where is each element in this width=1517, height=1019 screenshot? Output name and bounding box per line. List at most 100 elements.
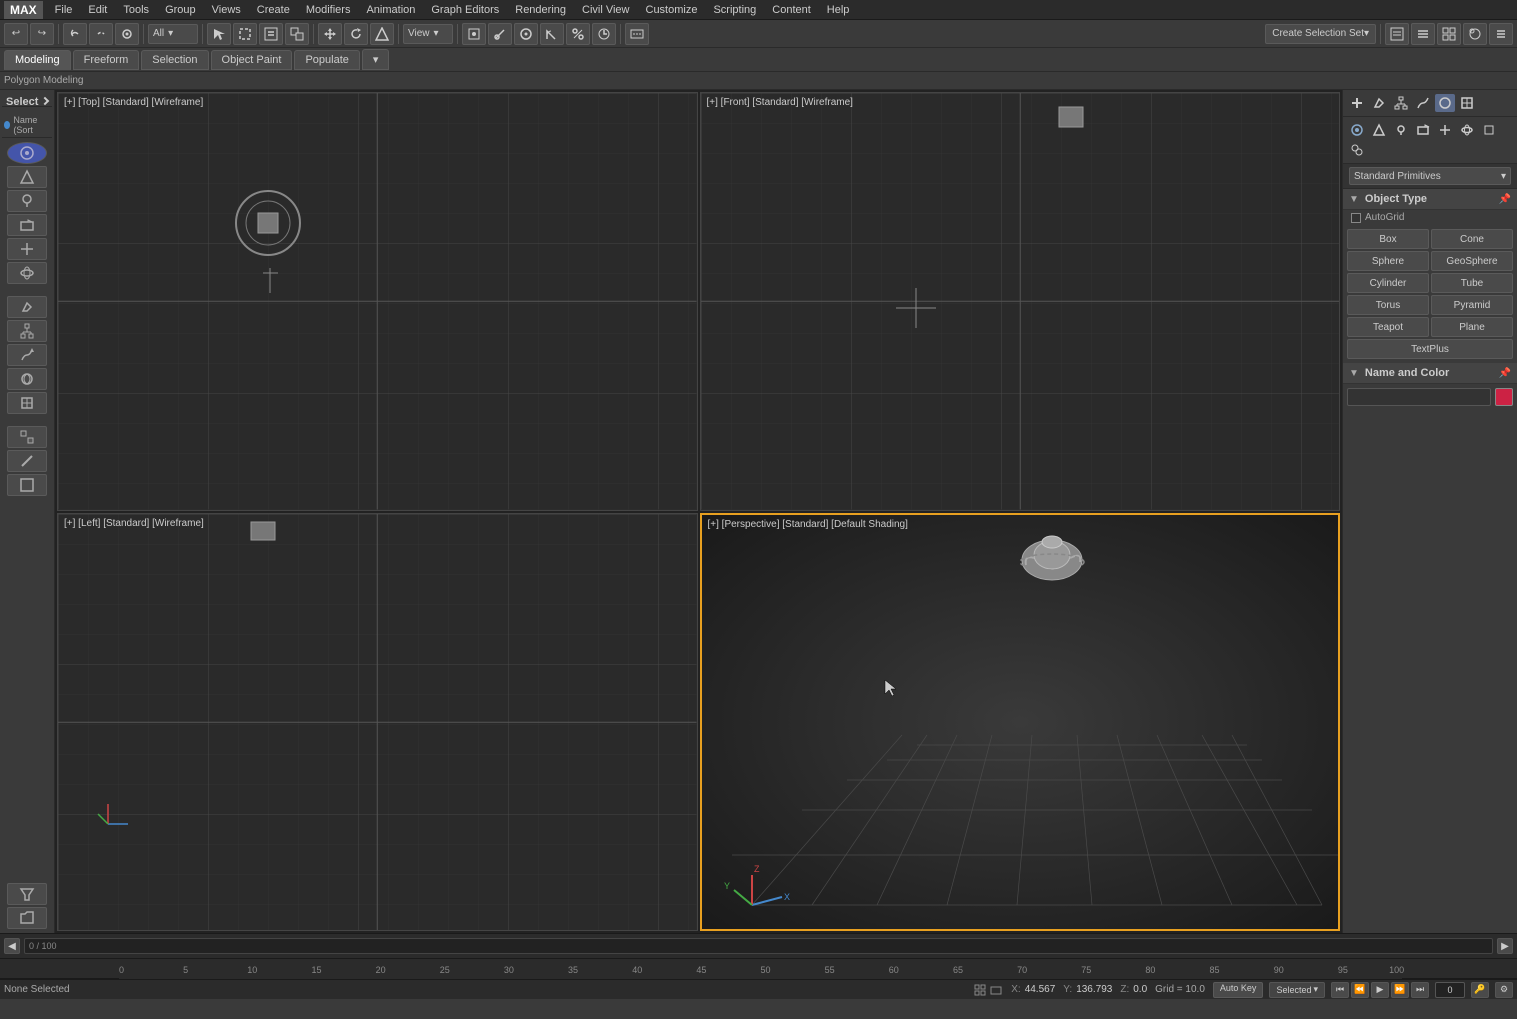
view-dropdown[interactable]: View ▾	[403, 24, 453, 44]
menu-animation[interactable]: Animation	[358, 2, 423, 18]
tube-button[interactable]: Tube	[1431, 273, 1513, 293]
layers-button[interactable]	[1411, 23, 1435, 45]
move-button[interactable]	[318, 23, 342, 45]
tab-selection[interactable]: Selection	[141, 50, 208, 70]
shape-type-icon[interactable]	[1369, 121, 1389, 139]
sub-object-vertex[interactable]	[7, 426, 47, 448]
menu-group[interactable]: Group	[157, 2, 204, 18]
undo-button[interactable]: ↩	[4, 23, 28, 45]
spinner-snap-button[interactable]	[592, 23, 616, 45]
snap-toggle-button[interactable]	[462, 23, 486, 45]
hierarchy-panel-icon[interactable]	[1391, 94, 1411, 112]
camera-type-icon[interactable]	[1413, 121, 1433, 139]
plane-button[interactable]: Plane	[1431, 317, 1513, 337]
go-start-button[interactable]: ⏮	[1331, 982, 1349, 998]
camera-btn[interactable]	[7, 214, 47, 236]
menu-modifiers[interactable]: Modifiers	[298, 2, 359, 18]
spacewarp-type-icon[interactable]	[1457, 121, 1477, 139]
object-name-input[interactable]	[1347, 388, 1491, 406]
max-logo[interactable]: MAX	[4, 1, 43, 19]
utilities-button[interactable]	[7, 392, 47, 414]
display-panel-icon[interactable]	[1435, 94, 1455, 112]
autogrid-checkbox[interactable]	[1351, 213, 1361, 223]
tab-populate[interactable]: Populate	[294, 50, 359, 70]
geometry-type-icon[interactable]	[1347, 121, 1367, 139]
scene-explorer-button[interactable]	[1437, 23, 1461, 45]
redo-button[interactable]: ↪	[30, 23, 54, 45]
scale-button[interactable]	[370, 23, 394, 45]
named-selections-button[interactable]	[1385, 23, 1409, 45]
select-object-button[interactable]	[207, 23, 231, 45]
select-region-button[interactable]	[233, 23, 257, 45]
textplus-button[interactable]: TextPlus	[1347, 339, 1513, 359]
object-type-section-header[interactable]: ▼ Object Type 📌	[1343, 189, 1517, 210]
menu-help[interactable]: Help	[819, 2, 858, 18]
standard-primitives-dropdown[interactable]: Standard Primitives ▾	[1343, 164, 1517, 189]
cone-button[interactable]: Cone	[1431, 229, 1513, 249]
next-frame-button[interactable]: ⏩	[1391, 982, 1409, 998]
color-swatch[interactable]	[1495, 388, 1513, 406]
open-file-button[interactable]	[7, 907, 47, 929]
snap-button-3d[interactable]	[514, 23, 538, 45]
unlink-button[interactable]	[89, 23, 113, 45]
utilities-panel-icon[interactable]	[1457, 94, 1477, 112]
cylinder-button[interactable]: Cylinder	[1347, 273, 1429, 293]
compound-type-icon[interactable]	[1347, 141, 1367, 159]
standard-primitives-btn[interactable]: Standard Primitives ▾	[1349, 167, 1511, 185]
time-config-button[interactable]: ⚙	[1495, 982, 1513, 998]
menu-create[interactable]: Create	[249, 2, 298, 18]
menu-rendering[interactable]: Rendering	[507, 2, 574, 18]
timeline-prev-arrow[interactable]: ◀	[4, 938, 20, 954]
viewport-perspective[interactable]: [+] [Perspective] [Standard] [Default Sh…	[700, 513, 1341, 932]
viewport-left[interactable]: [+] [Left] [Standard] [Wireframe]	[57, 513, 698, 932]
system-type-icon[interactable]	[1479, 121, 1499, 139]
space-warp-button[interactable]	[7, 262, 47, 284]
display-button[interactable]	[7, 368, 47, 390]
filter-dropdown[interactable]: All ▾	[148, 24, 198, 44]
sphere-button[interactable]: Sphere	[1347, 251, 1429, 271]
modify-panel-icon[interactable]	[1369, 94, 1389, 112]
viewport-top[interactable]: [+] [Top] [Standard] [Wireframe]	[57, 92, 698, 511]
sub-object-border[interactable]	[7, 474, 47, 496]
viewport-front[interactable]: [+] [Front] [Standard] [Wireframe]	[700, 92, 1341, 511]
scene-states-button[interactable]	[1463, 23, 1487, 45]
menu-views[interactable]: Views	[204, 2, 249, 18]
torus-button[interactable]: Torus	[1347, 295, 1429, 315]
menu-civil-view[interactable]: Civil View	[574, 2, 637, 18]
create-icon[interactable]	[1347, 94, 1367, 112]
motion-button[interactable]	[7, 344, 47, 366]
menu-scripting[interactable]: Scripting	[705, 2, 764, 18]
percent-snap-button[interactable]	[566, 23, 590, 45]
menu-content[interactable]: Content	[764, 2, 819, 18]
name-color-section-header[interactable]: ▼ Name and Color 📌	[1343, 363, 1517, 384]
menu-graph-editors[interactable]: Graph Editors	[423, 2, 507, 18]
modify-button[interactable]	[7, 296, 47, 318]
menu-tools[interactable]: Tools	[115, 2, 157, 18]
menu-file[interactable]: File	[47, 2, 81, 18]
select-by-name-button[interactable]	[259, 23, 283, 45]
bind-button[interactable]	[115, 23, 139, 45]
current-frame-display[interactable]: 0	[1435, 982, 1465, 998]
menu-customize[interactable]: Customize	[638, 2, 706, 18]
helper-button[interactable]	[7, 238, 47, 260]
rotate-button[interactable]	[344, 23, 368, 45]
geometry-button[interactable]	[7, 142, 47, 164]
teapot-button[interactable]: Teapot	[1347, 317, 1429, 337]
auto-key-button[interactable]: Auto Key	[1213, 982, 1264, 998]
box-button[interactable]: Box	[1347, 229, 1429, 249]
grid-icon[interactable]	[973, 983, 987, 997]
helper-type-icon[interactable]	[1435, 121, 1455, 139]
manage-sets-button[interactable]	[1489, 23, 1513, 45]
angle-snap-button[interactable]	[540, 23, 564, 45]
tab-freeform[interactable]: Freeform	[73, 50, 140, 70]
timeline-next-arrow[interactable]: ▶	[1497, 938, 1513, 954]
light-type-icon[interactable]	[1391, 121, 1411, 139]
snap-button-2d[interactable]	[488, 23, 512, 45]
play-button[interactable]: ▶	[1371, 982, 1389, 998]
filter-objects-button[interactable]	[7, 883, 47, 905]
light-button[interactable]	[7, 190, 47, 212]
hierarchy-button[interactable]	[7, 320, 47, 342]
sub-object-edge[interactable]	[7, 450, 47, 472]
tab-more[interactable]: ▾	[362, 49, 390, 70]
select-paint-button[interactable]	[285, 23, 309, 45]
